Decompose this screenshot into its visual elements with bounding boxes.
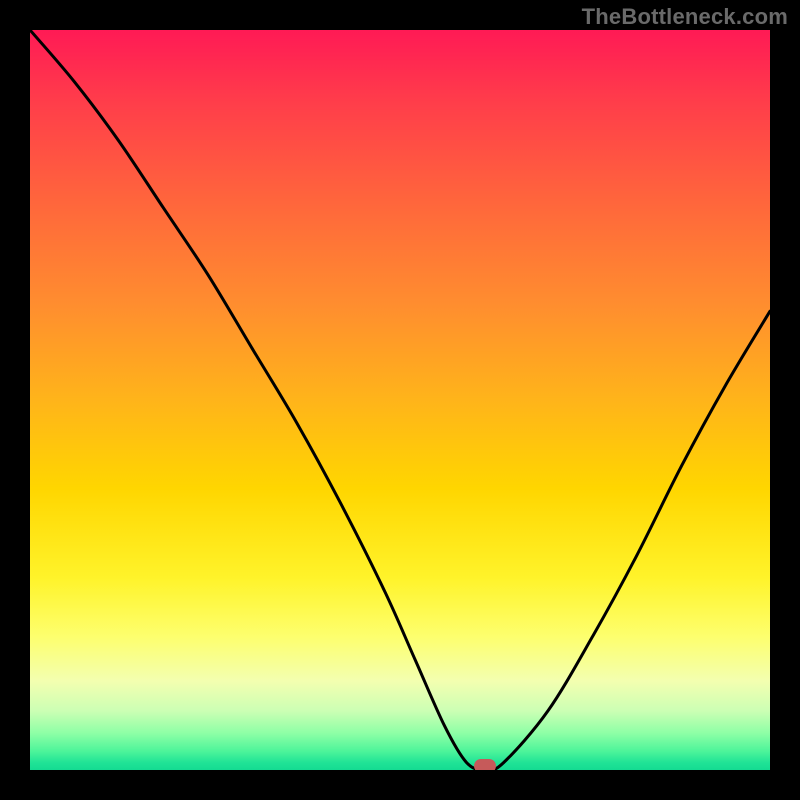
chart-frame: TheBottleneck.com (0, 0, 800, 800)
bottleneck-curve-path (30, 30, 770, 770)
minimum-marker (474, 759, 496, 770)
curve-svg (30, 30, 770, 770)
plot-area (30, 30, 770, 770)
watermark-text: TheBottleneck.com (582, 4, 788, 30)
